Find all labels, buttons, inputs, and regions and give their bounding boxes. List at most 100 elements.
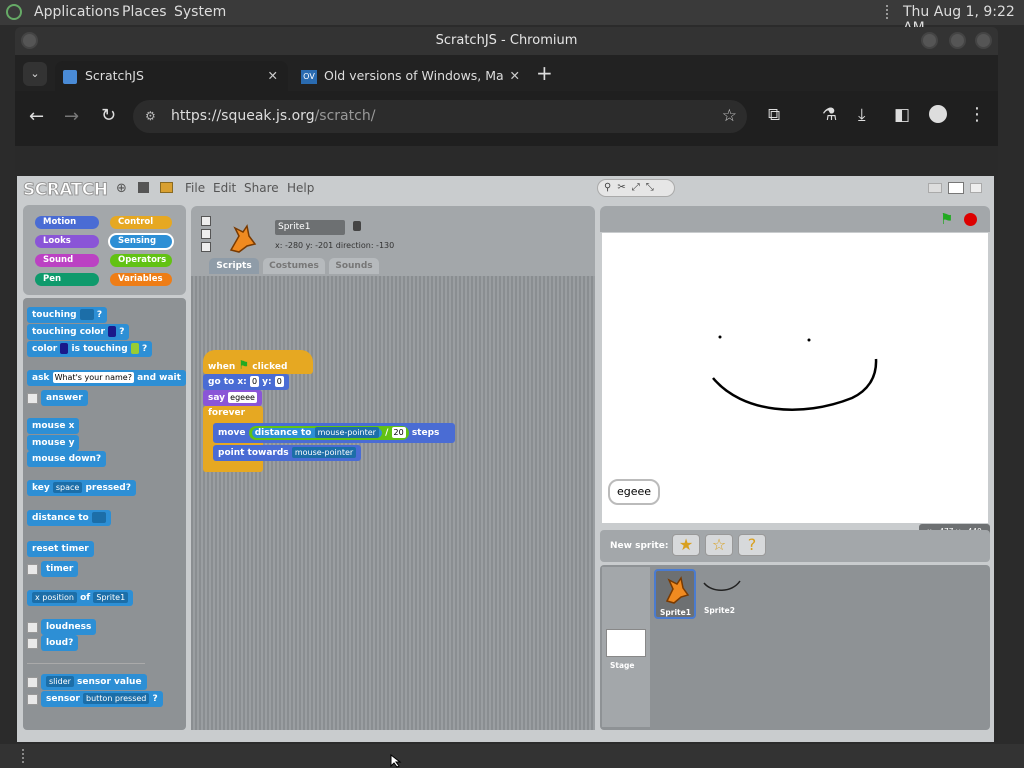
loud-block[interactable]: loud? bbox=[41, 635, 79, 651]
browser-toolbar: ← → ↻ ⚙ https://squeak.js.org/scratch/ ☆… bbox=[15, 91, 998, 146]
sensor-checkbox[interactable] bbox=[27, 694, 38, 705]
close-tab-icon[interactable]: ✕ bbox=[268, 61, 278, 91]
ask-block[interactable]: ask What's your name? and wait bbox=[27, 370, 186, 386]
say-block[interactable]: say egeee bbox=[203, 390, 262, 406]
panel-handle[interactable] bbox=[22, 749, 26, 763]
category-looks[interactable]: Looks bbox=[35, 235, 99, 248]
tab-old-windows[interactable]: OV Old versions of Windows, Ma ✕ bbox=[293, 61, 528, 91]
reset-timer-block[interactable]: reset timer bbox=[27, 541, 94, 557]
places-menu[interactable]: Places bbox=[122, 4, 167, 20]
tab-scratchjs[interactable]: ScratchJS ✕ bbox=[55, 61, 288, 91]
help-menu[interactable]: Help bbox=[287, 181, 314, 195]
edit-menu[interactable]: Edit bbox=[213, 181, 236, 195]
window-menu-icon[interactable] bbox=[21, 32, 38, 49]
tab-costumes[interactable]: Costumes bbox=[263, 258, 325, 274]
timer-block[interactable]: timer bbox=[41, 561, 79, 577]
forward-icon[interactable]: → bbox=[64, 106, 79, 127]
loudness-block[interactable]: loudness bbox=[41, 619, 97, 635]
save-icon[interactable] bbox=[138, 182, 149, 193]
point-towards-block[interactable]: point towards mouse-pointer bbox=[213, 445, 362, 461]
category-motion[interactable]: Motion bbox=[35, 216, 99, 229]
loudness-checkbox[interactable] bbox=[27, 622, 38, 633]
window-title: ScratchJS - Chromium bbox=[435, 33, 578, 48]
sensor-value-checkbox[interactable] bbox=[27, 677, 38, 688]
reload-icon[interactable]: ↻ bbox=[101, 105, 116, 126]
address-bar[interactable]: ⚙ https://squeak.js.org/scratch/ ☆ bbox=[133, 100, 747, 133]
stage-label: Stage bbox=[610, 661, 635, 670]
category-pen[interactable]: Pen bbox=[35, 273, 99, 286]
normal-stage-icon[interactable] bbox=[948, 182, 964, 194]
touching-color-block[interactable]: touching color ? bbox=[27, 324, 130, 340]
labs-icon[interactable]: ⚗ bbox=[822, 105, 837, 125]
sprite2-tile[interactable]: Sprite2 bbox=[700, 569, 744, 619]
sprite-tools[interactable]: ⚲✂⤢⤡ bbox=[597, 179, 675, 197]
mouse-down-block[interactable]: mouse down? bbox=[27, 451, 107, 467]
lock-icon[interactable] bbox=[353, 221, 361, 231]
system-menu[interactable]: System bbox=[174, 4, 226, 20]
applications-menu[interactable]: Applications bbox=[34, 4, 120, 20]
sprite-name-field[interactable]: Sprite1 bbox=[275, 220, 345, 235]
tab-title: ScratchJS bbox=[85, 68, 144, 83]
mouse-x-block[interactable]: mouse x bbox=[27, 418, 80, 434]
close-tab-icon[interactable]: ✕ bbox=[510, 61, 520, 91]
back-icon[interactable]: ← bbox=[29, 106, 44, 127]
small-stage-icon[interactable] bbox=[928, 183, 942, 193]
share-folder-icon[interactable] bbox=[160, 182, 173, 193]
move-steps-block[interactable]: move distance to mouse-pointer / 20 step… bbox=[213, 423, 455, 443]
site-info-icon[interactable]: ⚙ bbox=[145, 100, 156, 133]
attribute-of-block[interactable]: x position of Sprite1 bbox=[27, 590, 134, 606]
stage-thumbnail-icon[interactable] bbox=[606, 629, 646, 657]
no-rotate-icon[interactable] bbox=[201, 242, 211, 252]
tab-search-icon[interactable]: ⌄ bbox=[23, 62, 47, 86]
sensor-pressed-block[interactable]: sensor button pressed ? bbox=[41, 691, 163, 707]
file-menu[interactable]: File bbox=[185, 181, 205, 195]
speech-bubble: egeee bbox=[608, 479, 660, 505]
rotate-style-icon[interactable] bbox=[201, 216, 211, 226]
close-window-icon[interactable] bbox=[975, 32, 992, 49]
extensions-icon[interactable]: ⧉ bbox=[768, 105, 780, 125]
window-titlebar: ScratchJS - Chromium bbox=[15, 27, 998, 55]
mouse-y-block[interactable]: mouse y bbox=[27, 435, 80, 451]
color-touching-block[interactable]: color is touching ? bbox=[27, 341, 153, 357]
bookmark-star-icon[interactable]: ☆ bbox=[722, 100, 737, 133]
touching-block[interactable]: touching ? bbox=[27, 307, 108, 323]
menu-kebab-icon[interactable]: ⋮ bbox=[968, 104, 986, 125]
tab-title: Old versions of Windows, Ma bbox=[324, 68, 504, 83]
category-sensing[interactable]: Sensing bbox=[110, 235, 172, 248]
new-sprite-bar: New sprite: ★ ☆ ? bbox=[600, 530, 990, 562]
maximize-icon[interactable] bbox=[949, 32, 966, 49]
loud-checkbox[interactable] bbox=[27, 638, 38, 649]
answer-checkbox[interactable] bbox=[27, 393, 38, 404]
answer-block[interactable]: answer bbox=[41, 390, 88, 406]
sprite-name: Sprite2 bbox=[704, 606, 735, 615]
green-flag-icon[interactable]: ⚑ bbox=[940, 210, 953, 228]
presentation-mode-icon[interactable] bbox=[970, 183, 982, 193]
minimize-icon[interactable] bbox=[921, 32, 938, 49]
stage-canvas[interactable]: egeee bbox=[602, 233, 988, 523]
choose-sprite-icon[interactable]: ☆ bbox=[705, 534, 733, 556]
flip-style-icon[interactable] bbox=[201, 229, 211, 239]
sprite1-tile[interactable]: Sprite1 bbox=[654, 569, 696, 619]
key-pressed-block[interactable]: key space pressed? bbox=[27, 480, 136, 496]
go-to-xy-block[interactable]: go to x: 0 y: 0 bbox=[203, 374, 289, 390]
language-globe-icon[interactable]: ⊕ bbox=[116, 181, 127, 196]
paint-sprite-icon[interactable]: ★ bbox=[672, 534, 700, 556]
new-tab-icon[interactable]: + bbox=[536, 61, 553, 85]
category-sound[interactable]: Sound bbox=[35, 254, 99, 267]
sensor-value-block[interactable]: slider sensor value bbox=[41, 674, 147, 690]
category-operators[interactable]: Operators bbox=[110, 254, 172, 267]
timer-checkbox[interactable] bbox=[27, 564, 38, 575]
profile-icon[interactable] bbox=[929, 105, 947, 123]
script-area[interactable]: when ⚑ clicked go to x: 0 y: 0 say egeee… bbox=[191, 276, 595, 730]
tab-sounds[interactable]: Sounds bbox=[329, 258, 379, 274]
category-variables[interactable]: Variables bbox=[110, 273, 172, 286]
category-control[interactable]: Control bbox=[110, 216, 172, 229]
stop-sign-icon[interactable] bbox=[964, 213, 977, 226]
when-flag-clicked-block[interactable]: when ⚑ clicked bbox=[203, 350, 313, 374]
share-menu[interactable]: Share bbox=[244, 181, 279, 195]
side-panel-icon[interactable]: ◧ bbox=[894, 105, 910, 125]
distance-to-block[interactable]: distance to bbox=[27, 510, 111, 526]
tab-scripts[interactable]: Scripts bbox=[209, 258, 259, 274]
surprise-sprite-icon[interactable]: ? bbox=[738, 534, 766, 556]
download-icon[interactable]: ⤓ bbox=[858, 105, 866, 125]
